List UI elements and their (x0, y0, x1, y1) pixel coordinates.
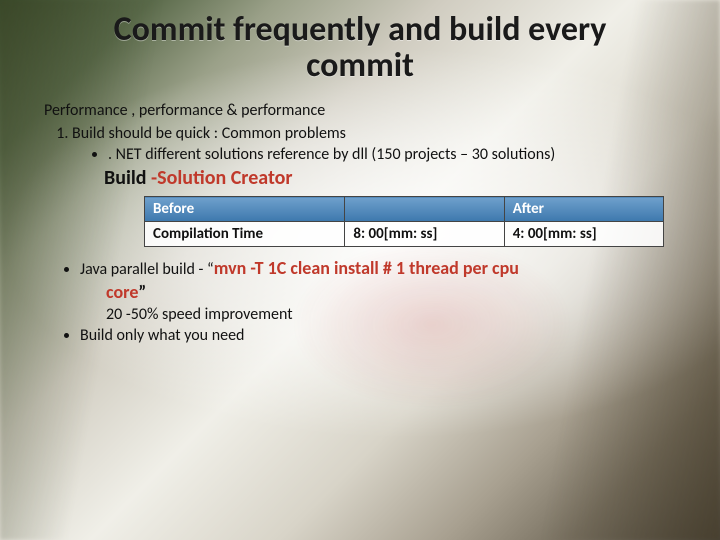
solution-prefix: Build (104, 166, 151, 190)
inner-bullets-2: Java parallel build - “mvn -T 1C clean i… (44, 257, 676, 279)
bullet-java-parallel: Java parallel build - “mvn -T 1C clean i… (80, 257, 676, 279)
improvement-line: 20 -50% speed improvement (106, 305, 676, 324)
parallel-command: mvn -T 1C clean install # 1 thread per c… (214, 257, 519, 279)
core-red: core (106, 281, 138, 303)
slide-content: Commit frequently and build every commit… (0, 0, 720, 345)
inner-bullets-1: . NET different solutions reference by d… (72, 145, 676, 164)
core-line: core” (106, 281, 676, 303)
list-item-text: Build should be quick : Common problems (72, 124, 346, 143)
cell-before: 8: 00[mm: ss] (345, 222, 504, 247)
cell-label: Compilation Time (145, 222, 345, 247)
comparison-table: Before After Compilation Time 8: 00[mm: … (144, 196, 664, 247)
bullet-build-only: Build only what you need (80, 326, 676, 345)
table-header-row: Before After (145, 197, 664, 222)
col-blank (345, 197, 504, 222)
col-after: After (504, 197, 663, 222)
table-row: Compilation Time 8: 00[mm: ss] 4: 00[mm:… (145, 222, 664, 247)
list-item-build-quick: Build should be quick : Common problems … (72, 124, 676, 164)
subtitle: Performance , performance & performance (44, 101, 676, 120)
solution-red: -Solution Creator (151, 166, 293, 190)
parallel-prefix: Java parallel build - “ (80, 260, 214, 279)
col-before: Before (145, 197, 345, 222)
inner-bullets-3: Build only what you need (44, 326, 676, 345)
cell-after: 4: 00[mm: ss] (504, 222, 663, 247)
slide-title: Commit frequently and build every commit (70, 12, 650, 83)
main-ordered-list: Build should be quick : Common problems … (44, 124, 676, 164)
solution-creator-line: Build -Solution Creator (104, 166, 676, 190)
bullet-net: . NET different solutions reference by d… (108, 145, 676, 164)
core-close-quote: ” (138, 281, 146, 303)
post-table-block: Java parallel build - “mvn -T 1C clean i… (44, 257, 676, 345)
